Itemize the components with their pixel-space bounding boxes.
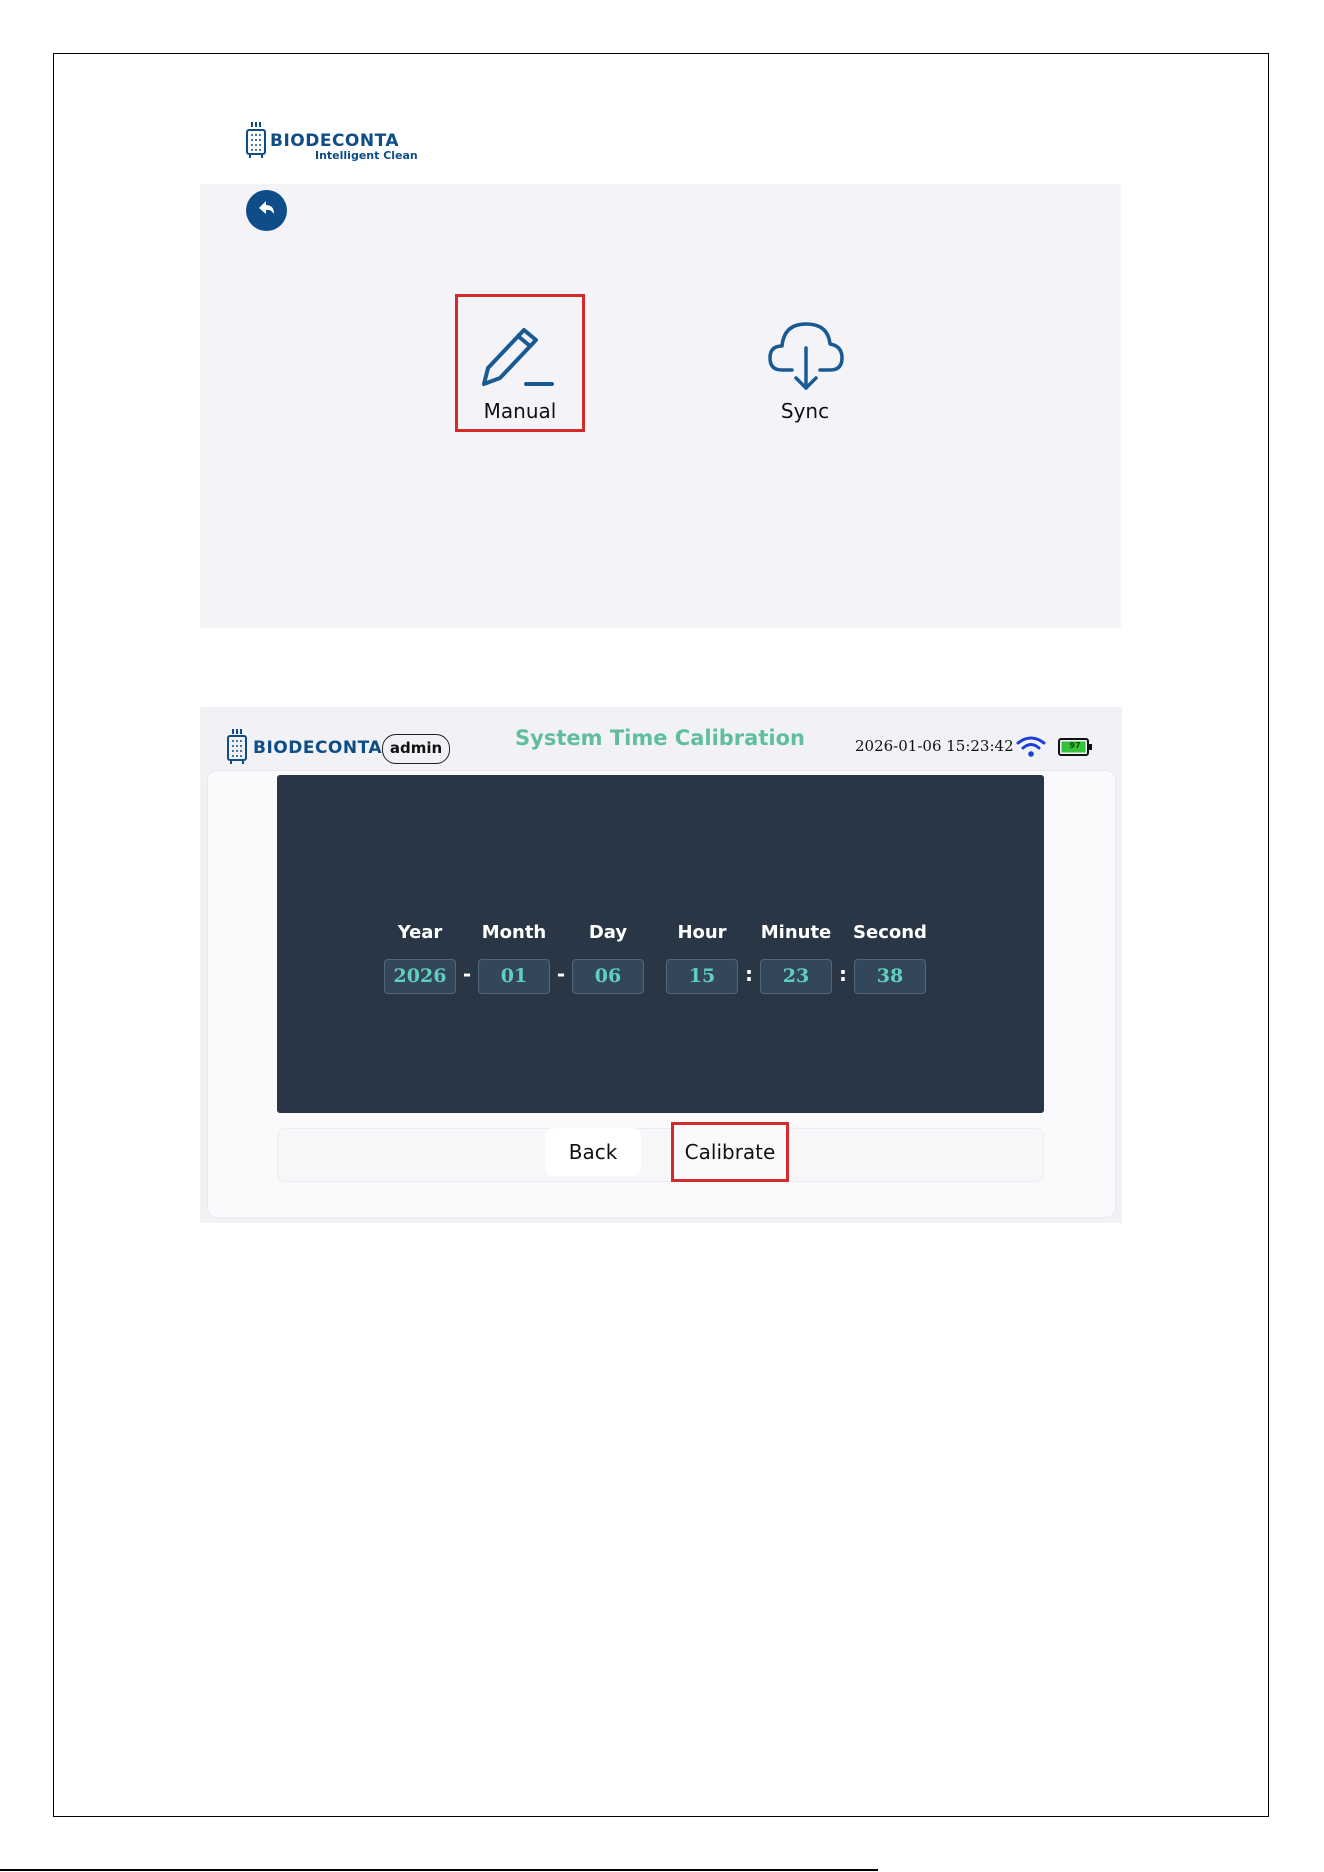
- month-label: Month: [481, 922, 547, 943]
- pencil-edit-icon: [482, 328, 554, 386]
- year-input[interactable]: 2026: [384, 959, 456, 994]
- time-input-panel: [277, 775, 1044, 1113]
- minute-label: Minute: [760, 922, 832, 943]
- datetime-display: 2026-01-06 15:23:42: [855, 737, 1014, 755]
- time-separator: :: [839, 962, 847, 986]
- date-separator: -: [462, 962, 472, 986]
- date-separator: -: [556, 962, 566, 986]
- year-label: Year: [397, 922, 443, 943]
- user-badge[interactable]: admin: [382, 734, 450, 764]
- back-arrow-icon[interactable]: [246, 190, 287, 231]
- time-separator: :: [745, 962, 753, 986]
- manual-label: Manual: [483, 399, 557, 423]
- logo-brand-text: BIODECONTA: [270, 131, 400, 151]
- minute-input[interactable]: 23: [760, 959, 832, 994]
- second-input[interactable]: 38: [854, 959, 926, 994]
- method-select-panel: [200, 184, 1121, 628]
- header-brand: BIODECONTA: [253, 738, 383, 758]
- day-label: Day: [588, 922, 628, 943]
- cloud-download-icon[interactable]: [766, 318, 846, 390]
- sync-label: Sync: [780, 399, 830, 423]
- footer-rule: [0, 1869, 878, 1871]
- battery-level: 97: [1069, 741, 1081, 750]
- day-input[interactable]: 06: [572, 959, 644, 994]
- calibrate-button[interactable]: Calibrate: [671, 1122, 789, 1182]
- hour-input[interactable]: 15: [666, 959, 738, 994]
- logo-tagline: Intelligent Clean: [315, 149, 418, 162]
- back-button[interactable]: Back: [545, 1128, 641, 1176]
- screen-title: System Time Calibration: [515, 726, 805, 750]
- hour-label: Hour: [677, 922, 727, 943]
- month-input[interactable]: 01: [478, 959, 550, 994]
- button-bar: [277, 1128, 1044, 1182]
- wifi-icon: [1016, 736, 1046, 757]
- device-logo-icon: [227, 729, 247, 764]
- second-label: Second: [853, 922, 927, 943]
